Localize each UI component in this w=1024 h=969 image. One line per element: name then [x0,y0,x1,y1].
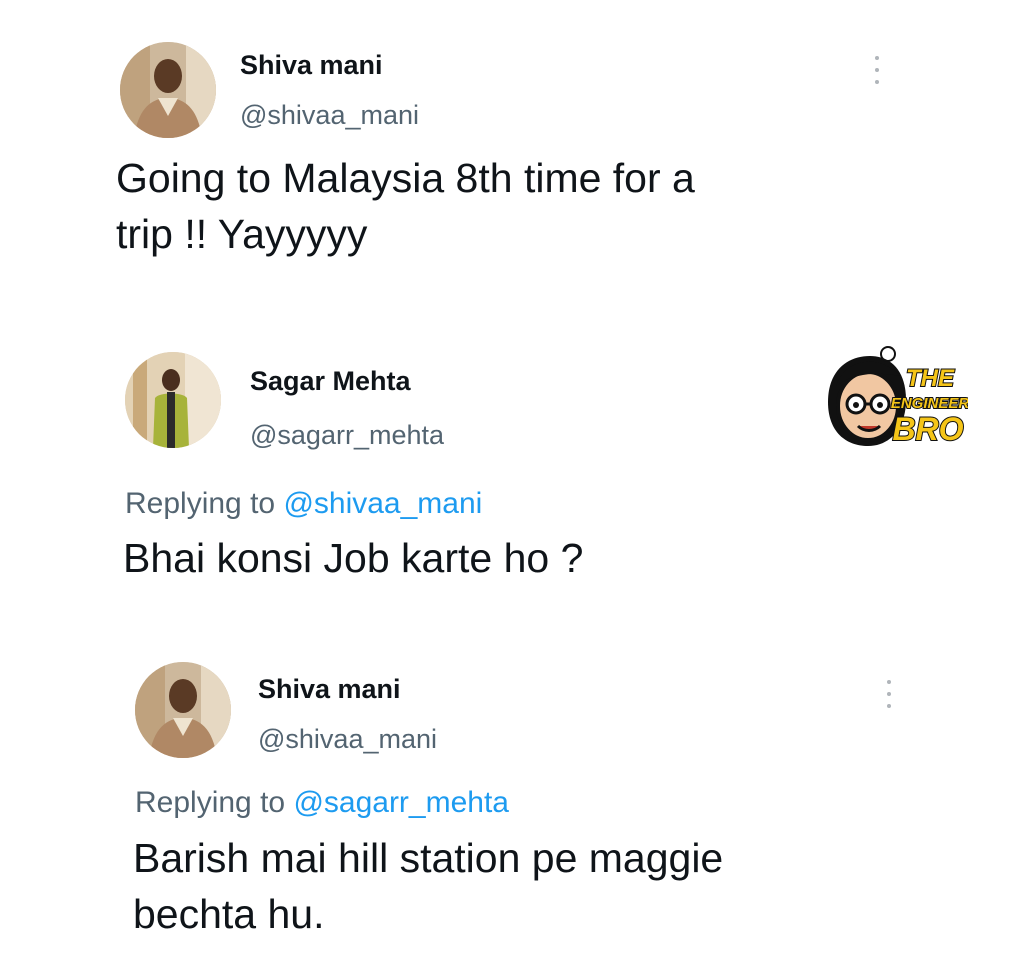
mention-link[interactable]: @sagarr_mehta [293,786,509,819]
more-vertical-icon[interactable] [886,680,892,708]
tweet-text-line: bechta hu. [133,891,325,937]
avatar[interactable] [135,662,231,758]
author-name[interactable]: Shiva mani [258,674,401,705]
tweet-3: Shiva mani @shivaa_mani Replying to @sag… [0,0,1024,969]
author-handle[interactable]: @shivaa_mani [258,724,437,755]
tweet-text-line: Barish mai hill station pe maggie [133,835,724,881]
replying-to-label: Replying to [135,786,286,819]
tweet-text: Barish mai hill station pe maggie bechta… [133,830,723,942]
replying-to: Replying to @sagarr_mehta [135,786,509,820]
